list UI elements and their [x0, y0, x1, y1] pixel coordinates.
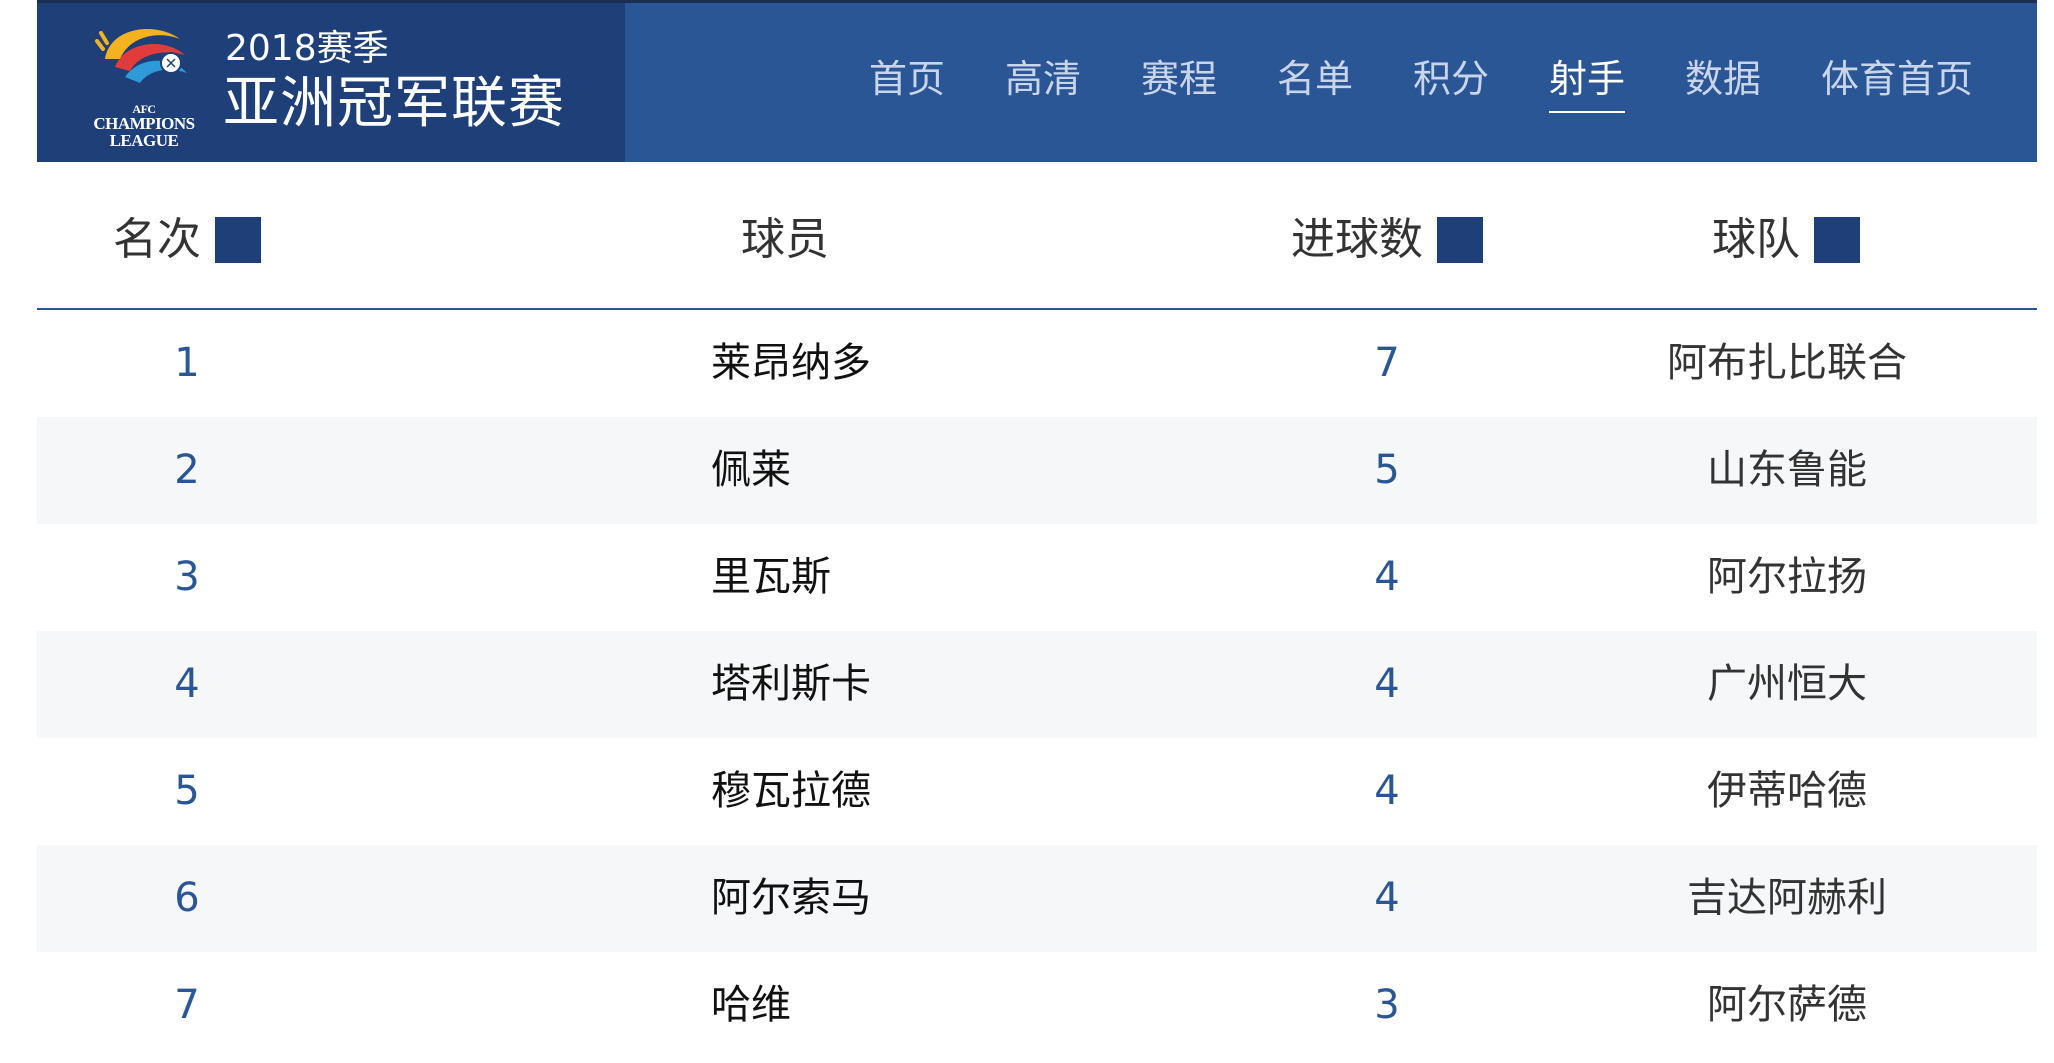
main-nav: 首页 高清 赛程 名单 积分 射手 数据 体育首页: [37, 3, 2037, 162]
goals-cell: 4: [1374, 875, 1400, 921]
goals-cell: 4: [1374, 554, 1400, 600]
sort-team-icon[interactable]: [1814, 217, 1860, 263]
team-cell[interactable]: 伊蒂哈德: [1587, 738, 1987, 845]
column-header-goals-label: 进球数: [1291, 214, 1423, 265]
column-header-goals[interactable]: 进球数: [1291, 214, 1483, 266]
rank-cell: 1: [174, 340, 200, 386]
table-row: 6 阿尔索马 4 吉达阿赫利: [37, 845, 2037, 952]
nav-item-hd[interactable]: 高清: [1005, 55, 1081, 103]
player-cell[interactable]: 阿尔索马: [711, 845, 871, 952]
player-cell[interactable]: 里瓦斯: [711, 524, 831, 631]
column-header-team[interactable]: 球队: [1712, 214, 1860, 266]
table-row: 3 里瓦斯 4 阿尔拉扬: [37, 524, 2037, 631]
team-cell[interactable]: 阿尔拉扬: [1587, 524, 1987, 631]
rank-cell: 2: [174, 447, 200, 493]
nav-item-home[interactable]: 首页: [869, 55, 945, 103]
player-cell[interactable]: 哈维: [711, 952, 791, 1059]
team-cell[interactable]: 广州恒大: [1587, 631, 1987, 738]
sort-goals-icon[interactable]: [1437, 217, 1483, 263]
rank-cell: 4: [174, 661, 200, 707]
table-header: 名次 球员 进球数 球队: [37, 162, 2037, 310]
player-cell[interactable]: 莱昂纳多: [711, 310, 871, 417]
goals-cell: 4: [1374, 661, 1400, 707]
site-header: AFC CHAMPIONS LEAGUE 2018赛季 亚洲冠军联赛 首页 高清…: [37, 0, 2037, 162]
rank-cell: 7: [174, 982, 200, 1028]
rank-cell: 5: [174, 768, 200, 814]
player-cell[interactable]: 塔利斯卡: [711, 631, 871, 738]
nav-item-roster[interactable]: 名单: [1277, 55, 1353, 103]
nav-item-sports-home[interactable]: 体育首页: [1821, 55, 1973, 103]
page: AFC CHAMPIONS LEAGUE 2018赛季 亚洲冠军联赛 首页 高清…: [0, 0, 2054, 1063]
player-cell[interactable]: 穆瓦拉德: [711, 738, 871, 845]
nav-item-schedule[interactable]: 赛程: [1141, 55, 1217, 103]
team-cell[interactable]: 吉达阿赫利: [1587, 845, 1987, 952]
goals-cell: 5: [1374, 447, 1400, 493]
rank-cell: 6: [174, 875, 200, 921]
table-row: 2 佩莱 5 山东鲁能: [37, 417, 2037, 524]
column-header-player: 球员: [741, 214, 829, 266]
column-header-rank[interactable]: 名次: [113, 214, 261, 266]
sort-rank-icon[interactable]: [215, 217, 261, 263]
table-row: 1 莱昂纳多 7 阿布扎比联合: [37, 310, 2037, 417]
nav-item-standings[interactable]: 积分: [1413, 55, 1489, 103]
nav-item-scorers[interactable]: 射手: [1549, 55, 1626, 113]
team-cell[interactable]: 阿尔萨德: [1587, 952, 1987, 1059]
column-header-rank-label: 名次: [113, 214, 201, 265]
goals-cell: 7: [1374, 340, 1400, 386]
team-cell[interactable]: 山东鲁能: [1587, 417, 1987, 524]
table-row: 7 哈维 3 阿尔萨德: [37, 952, 2037, 1059]
player-cell[interactable]: 佩莱: [711, 417, 791, 524]
table-row: 4 塔利斯卡 4 广州恒大: [37, 631, 2037, 738]
column-header-team-label: 球队: [1712, 214, 1800, 265]
team-cell[interactable]: 阿布扎比联合: [1587, 310, 1987, 417]
goals-cell: 4: [1374, 768, 1400, 814]
rank-cell: 3: [174, 554, 200, 600]
nav-item-stats[interactable]: 数据: [1685, 55, 1761, 103]
column-header-player-label: 球员: [741, 214, 829, 265]
goals-cell: 3: [1374, 982, 1400, 1028]
table-row: 5 穆瓦拉德 4 伊蒂哈德: [37, 738, 2037, 845]
